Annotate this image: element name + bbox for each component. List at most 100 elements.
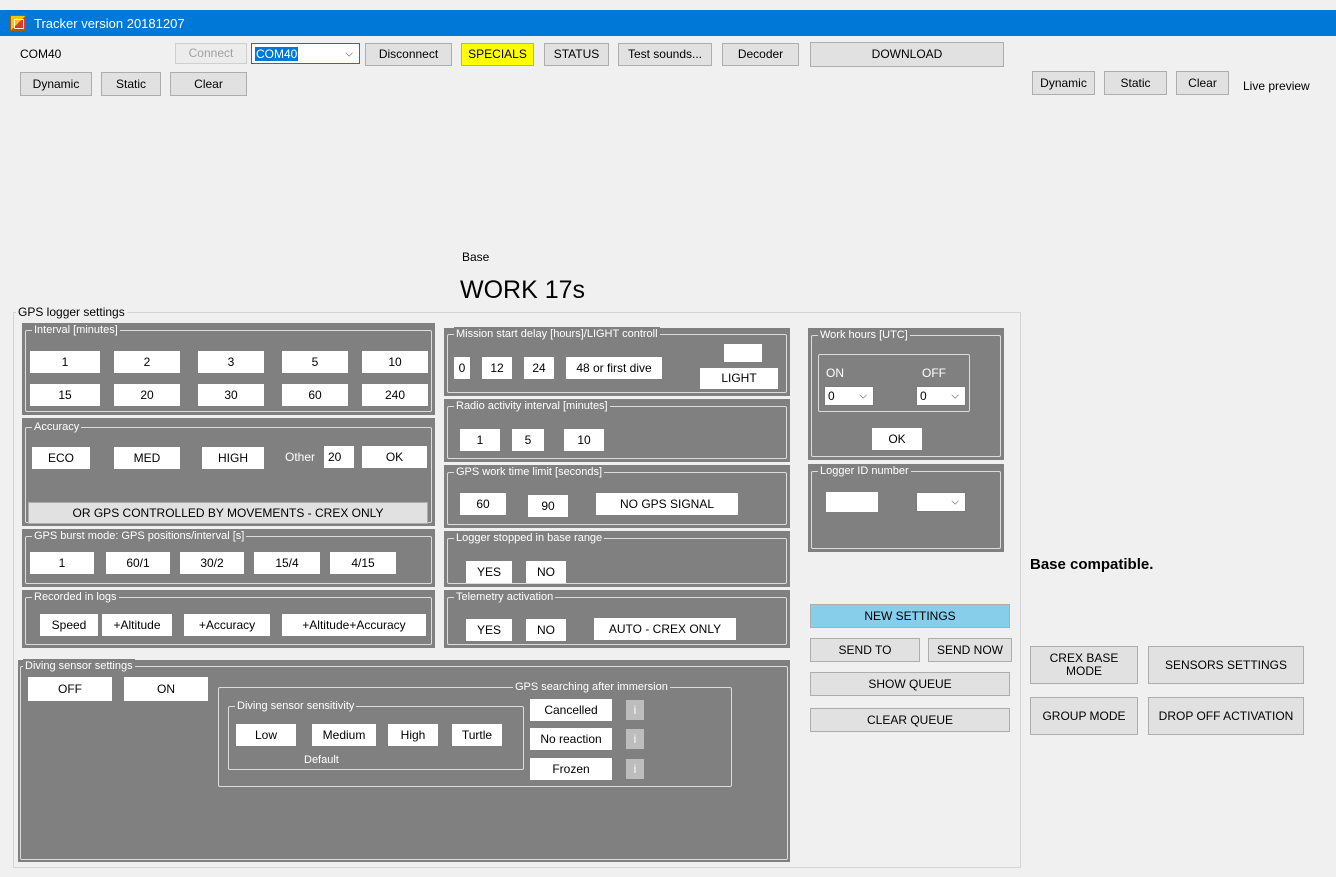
specials-button[interactable]: SPECIALS [461, 43, 534, 66]
accuracy-other-input[interactable]: 20 [324, 446, 354, 468]
sensitivity-low-button[interactable]: Low [236, 724, 296, 746]
com-port-select[interactable]: COM40 ⌵ [251, 43, 360, 64]
radio-5-button[interactable]: 5 [512, 429, 544, 451]
sensitivity-high-button[interactable]: High [388, 724, 438, 746]
work-hours-ok-button[interactable]: OK [872, 428, 922, 450]
telemetry-auto-button[interactable]: AUTO - CREX ONLY [594, 618, 736, 640]
status-button[interactable]: STATUS [544, 43, 609, 66]
interval-2-button[interactable]: 2 [114, 351, 180, 373]
download-button[interactable]: DOWNLOAD [810, 42, 1004, 67]
drop-off-activation-button[interactable]: DROP OFF ACTIVATION [1148, 697, 1304, 735]
telemetry-yes-button[interactable]: YES [466, 619, 512, 641]
chevron-down-icon: ⌵ [951, 496, 959, 508]
gps-work-90-button[interactable]: 90 [528, 495, 568, 517]
telemetry-no-button[interactable]: NO [526, 619, 566, 641]
light-button[interactable]: LIGHT [700, 368, 778, 389]
record-altitude-accuracy-button[interactable]: +Altitude+Accuracy [282, 614, 426, 636]
burst-60-1-button[interactable]: 60/1 [106, 552, 170, 574]
no-reaction-info-button[interactable]: i [626, 729, 644, 749]
clear-queue-button[interactable]: CLEAR QUEUE [810, 708, 1010, 732]
accuracy-med-button[interactable]: MED [114, 447, 180, 469]
group-mode-button[interactable]: GROUP MODE [1030, 697, 1138, 735]
work-hours-off-select[interactable]: 0 ⌵ [916, 386, 966, 406]
live-preview-label: Live preview [1243, 79, 1310, 93]
gps-search-title: GPS searching after immersion [513, 680, 670, 694]
gps-cancelled-button[interactable]: Cancelled [530, 699, 612, 721]
connect-button[interactable]: Connect [175, 43, 247, 64]
window-titlebar: Tracker version 20181207 [0, 10, 1336, 36]
interval-60-button[interactable]: 60 [282, 384, 348, 406]
interval-5-button[interactable]: 5 [282, 351, 348, 373]
record-altitude-button[interactable]: +Altitude [102, 614, 172, 636]
decoder-button[interactable]: Decoder [722, 43, 799, 66]
accuracy-ok-button[interactable]: OK [362, 446, 427, 468]
static-button[interactable]: Static [101, 72, 161, 96]
burst-1-button[interactable]: 1 [30, 552, 94, 574]
sensitivity-title: Diving sensor sensitivity [235, 699, 357, 713]
dynamic-button[interactable]: Dynamic [20, 72, 92, 96]
crex-base-mode-button[interactable]: CREX BASE MODE [1030, 646, 1138, 684]
frozen-info-button[interactable]: i [626, 759, 644, 779]
stopped-yes-button[interactable]: YES [466, 561, 512, 583]
interval-3-button[interactable]: 3 [198, 351, 264, 373]
recorded-panel: Recorded in logs Speed +Altitude +Accura… [22, 590, 435, 648]
work-hours-panel: Work hours [UTC] ON OFF 0 ⌵ 0 ⌵ OK [808, 328, 1004, 460]
sensitivity-turtle-button[interactable]: Turtle [452, 724, 502, 746]
sensitivity-medium-button[interactable]: Medium [312, 724, 376, 746]
light-input[interactable] [724, 344, 762, 362]
preview-clear-button[interactable]: Clear [1176, 71, 1229, 95]
accuracy-panel: Accuracy ECO MED HIGH Other 20 OK OR GPS… [22, 418, 435, 526]
base-label: Base [462, 250, 490, 264]
mission-48-button[interactable]: 48 or first dive [566, 357, 662, 379]
interval-30-button[interactable]: 30 [198, 384, 264, 406]
new-settings-button[interactable]: NEW SETTINGS [810, 604, 1010, 628]
movement-controlled-button[interactable]: OR GPS CONTROLLED BY MOVEMENTS - CREX ON… [28, 502, 428, 524]
interval-20-button[interactable]: 20 [114, 384, 180, 406]
gps-logger-settings-title: GPS logger settings [16, 305, 127, 319]
stopped-no-button[interactable]: NO [526, 561, 566, 583]
burst-30-2-button[interactable]: 30/2 [180, 552, 244, 574]
mission-24-button[interactable]: 24 [524, 357, 554, 379]
accuracy-eco-button[interactable]: ECO [32, 447, 90, 469]
work-hours-on-select[interactable]: 0 ⌵ [824, 386, 874, 406]
logger-id-input[interactable] [826, 492, 878, 512]
preview-static-button[interactable]: Static [1104, 71, 1167, 95]
send-to-button[interactable]: SEND TO [810, 638, 920, 662]
mission-0-button[interactable]: 0 [454, 357, 470, 379]
gps-no-reaction-button[interactable]: No reaction [530, 728, 612, 750]
show-queue-button[interactable]: SHOW QUEUE [810, 672, 1010, 696]
preview-dynamic-button[interactable]: Dynamic [1032, 71, 1095, 95]
burst-15-4-button[interactable]: 15/4 [254, 552, 320, 574]
interval-10-button[interactable]: 10 [362, 351, 428, 373]
accuracy-high-button[interactable]: HIGH [202, 447, 264, 469]
gps-work-60-button[interactable]: 60 [460, 493, 506, 515]
radio-1-button[interactable]: 1 [460, 429, 500, 451]
interval-15-button[interactable]: 15 [30, 384, 100, 406]
sensors-settings-button[interactable]: SENSORS SETTINGS [1148, 646, 1304, 684]
logger-id-title: Logger ID number [818, 464, 911, 478]
burst-4-15-button[interactable]: 4/15 [330, 552, 396, 574]
sensitivity-default-label: Default [304, 754, 339, 766]
stopped-title: Logger stopped in base range [454, 531, 605, 545]
interval-1-button[interactable]: 1 [30, 351, 100, 373]
record-accuracy-button[interactable]: +Accuracy [184, 614, 270, 636]
disconnect-button[interactable]: Disconnect [365, 43, 452, 66]
cancelled-info-button[interactable]: i [626, 700, 644, 720]
stopped-panel: Logger stopped in base range YES NO [444, 531, 790, 587]
send-now-button[interactable]: SEND NOW [928, 638, 1012, 662]
clear-button[interactable]: Clear [170, 72, 247, 96]
gps-work-title: GPS work time limit [seconds] [454, 465, 605, 479]
work-hours-on-value: 0 [828, 389, 835, 403]
gps-frozen-button[interactable]: Frozen [530, 758, 612, 780]
test-sounds-button[interactable]: Test sounds... [618, 43, 712, 66]
logger-id-select[interactable]: ⌵ [916, 492, 966, 512]
no-gps-signal-button[interactable]: NO GPS SIGNAL [596, 493, 738, 515]
burst-panel: GPS burst mode: GPS positions/interval [… [22, 529, 435, 587]
logger-id-panel: Logger ID number ⌵ [808, 464, 1004, 552]
diving-off-button[interactable]: OFF [28, 677, 112, 701]
interval-240-button[interactable]: 240 [362, 384, 428, 406]
mission-12-button[interactable]: 12 [482, 357, 512, 379]
radio-10-button[interactable]: 10 [564, 429, 604, 451]
diving-on-button[interactable]: ON [124, 677, 208, 701]
record-speed-button[interactable]: Speed [40, 614, 98, 636]
